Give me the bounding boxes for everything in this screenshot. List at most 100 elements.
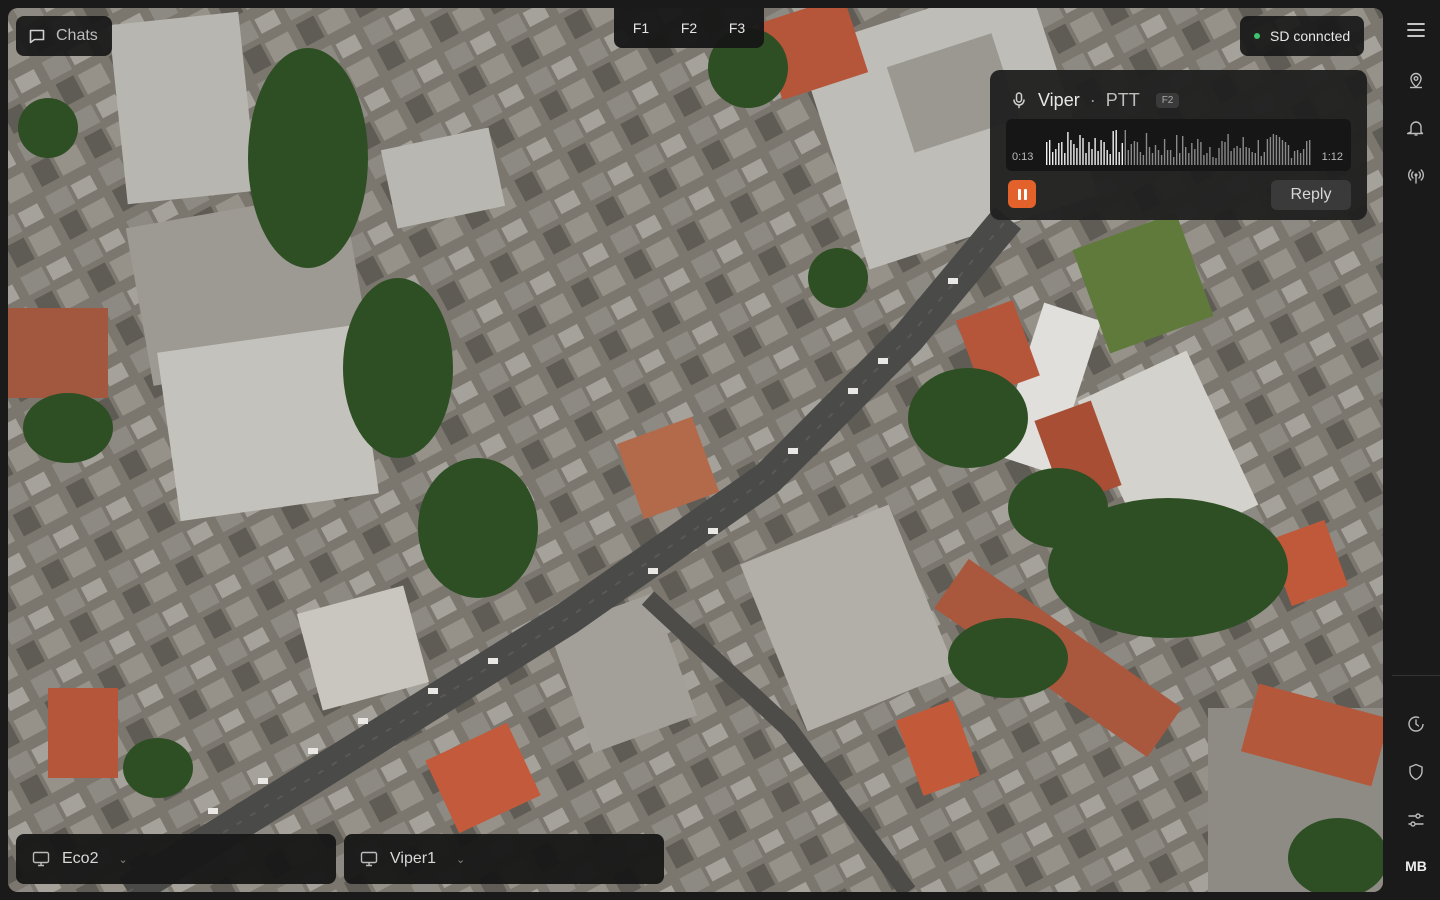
security-button[interactable] <box>1404 760 1428 784</box>
voice-separator: · <box>1089 89 1096 110</box>
pause-button[interactable] <box>1008 180 1036 208</box>
chats-button[interactable]: Chats <box>16 16 112 56</box>
waveform-bar <box>1176 135 1178 165</box>
waveform-bar <box>1052 152 1054 165</box>
waveform-bar <box>1130 144 1132 165</box>
f3-key-button[interactable]: F3 <box>714 12 760 44</box>
waveform-bar <box>1185 147 1187 165</box>
waveform-bar <box>1061 142 1063 165</box>
waveform-bar <box>1079 135 1081 165</box>
shield-icon <box>1409 763 1423 781</box>
waveform-bar <box>1049 140 1051 165</box>
waveform-bar <box>1082 138 1084 165</box>
waveform-bar <box>1088 142 1090 165</box>
menu-button[interactable] <box>1404 18 1428 42</box>
chevron-down-icon[interactable]: ⌄ <box>118 853 127 866</box>
waveform-bar <box>1287 145 1290 165</box>
waveform-bar <box>1148 147 1151 165</box>
waveform-bar <box>1169 150 1172 165</box>
waveform-bar <box>1272 134 1275 165</box>
bell-icon <box>1407 121 1424 136</box>
waveform-bar <box>1179 153 1181 165</box>
waveform-bar <box>1058 143 1060 165</box>
notifications-button[interactable] <box>1404 116 1428 140</box>
waveform-bar <box>1239 148 1241 165</box>
waveform-bar <box>1124 130 1126 165</box>
waveform-bar <box>1097 151 1099 165</box>
waveform-scrubber[interactable]: 0:13 1:12 <box>1006 119 1351 171</box>
chat-bubble-icon <box>29 29 45 44</box>
device-label: Viper1 <box>390 850 436 867</box>
waveform-bar <box>1157 150 1160 165</box>
waveform-bar <box>1263 152 1265 165</box>
waveform-bar <box>1064 153 1066 165</box>
elapsed-time: 0:13 <box>1012 151 1034 163</box>
waveform-bar <box>1094 138 1096 165</box>
waveform-bar <box>1154 145 1157 165</box>
waveform-bar <box>1251 152 1253 165</box>
monitor-icon <box>32 851 50 867</box>
device-label: Eco2 <box>62 850 99 867</box>
waveform-bar <box>1142 155 1145 165</box>
settings-button[interactable] <box>1404 808 1428 832</box>
waveform-bar <box>1160 155 1163 165</box>
device-panel-viper1[interactable]: Viper1 ⌄ <box>344 834 664 884</box>
waveform-bar <box>1133 141 1136 165</box>
waveform-bar <box>1248 148 1250 165</box>
waveform-bar <box>1145 133 1148 165</box>
waveform-bar <box>1218 148 1220 165</box>
waveform-bar <box>1194 149 1196 165</box>
waveform-bar <box>1309 140 1311 165</box>
waveform-bar <box>1203 155 1205 165</box>
history-button[interactable] <box>1404 712 1428 736</box>
waveform-bar <box>1067 132 1069 165</box>
user-avatar[interactable]: MB <box>1398 858 1434 878</box>
waveform-bar <box>1139 152 1142 165</box>
status-dot-icon <box>1254 33 1260 39</box>
right-sidebar: MB <box>1392 0 1440 900</box>
connection-status-badge: SD conncted <box>1240 16 1365 56</box>
waveform-bar <box>1073 144 1075 165</box>
total-duration: 1:12 <box>1321 151 1343 163</box>
waveform-bar <box>1299 153 1302 165</box>
key-badge: F2 <box>1155 92 1180 108</box>
waveform-bar <box>1191 143 1193 165</box>
waveform-bar <box>1302 149 1305 165</box>
voice-message-card: Viper · PTT F2 0:13 1:12 Reply <box>990 70 1367 220</box>
waveform-bar <box>1127 150 1129 165</box>
waveform-bar <box>1290 158 1293 165</box>
f2-key-button[interactable]: F2 <box>666 12 712 44</box>
waveform-bar <box>1260 156 1262 165</box>
waveform-bar <box>1188 153 1190 165</box>
waveform-bar <box>1269 137 1272 165</box>
waveform-bar <box>1281 140 1284 165</box>
waveform-bar <box>1275 135 1278 165</box>
waveform-bar <box>1266 139 1269 165</box>
broadcast-button[interactable] <box>1404 164 1428 188</box>
waveform-bar <box>1046 142 1048 165</box>
chevron-down-icon[interactable]: ⌄ <box>456 853 465 866</box>
waveform-bar <box>1236 146 1238 165</box>
device-panel-eco2[interactable]: Eco2 ⌄ <box>16 834 336 884</box>
monitor-icon <box>360 851 378 867</box>
waveform-bar <box>1227 134 1229 165</box>
waveform-bar <box>1118 152 1120 165</box>
reply-button[interactable]: Reply <box>1271 180 1351 210</box>
waveform-bar <box>1076 148 1078 165</box>
location-button[interactable] <box>1404 68 1428 92</box>
waveform-bar <box>1115 130 1117 165</box>
chats-label: Chats <box>56 27 98 44</box>
sliders-icon <box>1408 813 1424 827</box>
waveform-bar <box>1254 153 1256 165</box>
waveform-bar <box>1221 141 1223 165</box>
waveform-bar <box>1166 150 1169 165</box>
waveform-bar <box>1242 137 1244 165</box>
waveform-bar <box>1293 151 1296 165</box>
waveform-bar <box>1284 142 1287 165</box>
voice-mode: PTT <box>1105 89 1140 110</box>
location-pin-icon <box>1410 72 1422 89</box>
waveform-bar <box>1200 142 1202 165</box>
rail-divider <box>1392 675 1440 676</box>
waveform-bar <box>1109 154 1111 165</box>
f1-key-button[interactable]: F1 <box>618 12 664 44</box>
